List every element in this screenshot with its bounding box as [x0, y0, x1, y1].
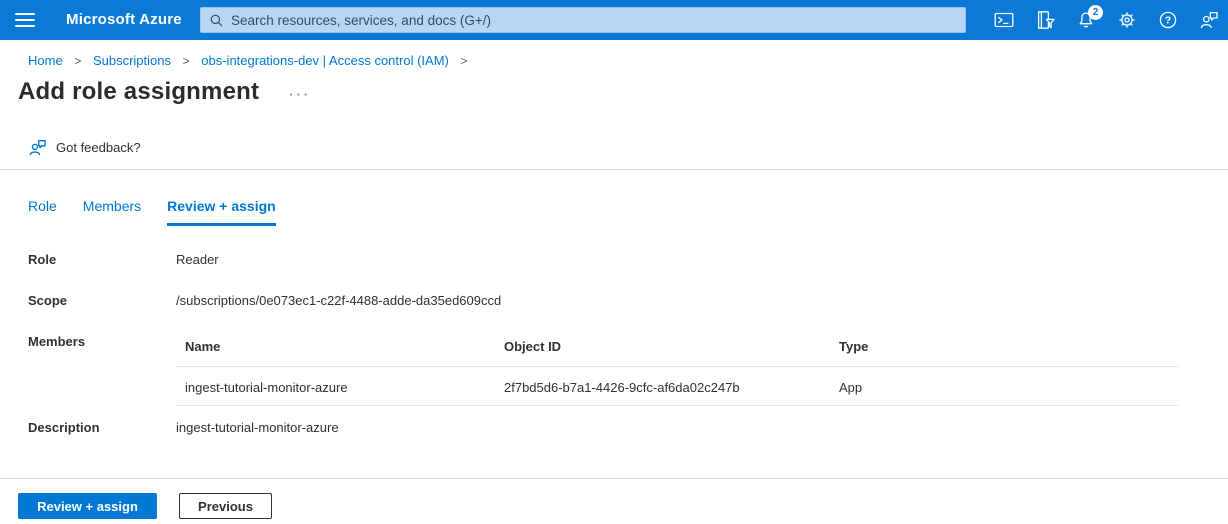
role-label: Role	[28, 252, 176, 267]
footer-actions: Review + assign Previous	[18, 493, 272, 519]
review-assign-button[interactable]: Review + assign	[18, 493, 157, 519]
got-feedback-icon	[28, 138, 47, 157]
top-bar-actions: 2 ?	[993, 0, 1220, 40]
global-search-box	[200, 7, 966, 33]
page-title: Add role assignment	[18, 78, 259, 106]
column-header-object-id: Object ID	[504, 339, 839, 354]
azure-portal-window: Microsoft Azure	[0, 0, 1228, 524]
help-icon: ?	[1158, 10, 1178, 30]
review-summary: Role Reader Scope /subscriptions/0e073ec…	[28, 252, 1178, 435]
members-row: Members Name Object ID Type ingest-tutor…	[28, 334, 1178, 406]
cloud-shell-icon	[994, 10, 1014, 30]
role-row: Role Reader	[28, 252, 1178, 267]
breadcrumb: Home > Subscriptions > obs-integrations-…	[0, 40, 1228, 68]
breadcrumb-separator: >	[183, 54, 190, 68]
member-type-cell: App	[839, 380, 1178, 395]
scope-row: Scope /subscriptions/0e073ec1-c22f-4488-…	[28, 293, 1178, 308]
description-label: Description	[28, 420, 176, 435]
got-feedback-link[interactable]: Got feedback?	[56, 140, 141, 155]
directory-filter-icon	[1035, 10, 1055, 30]
directory-filter-button[interactable]	[1034, 9, 1056, 31]
breadcrumb-item-subscriptions[interactable]: Subscriptions	[93, 53, 171, 68]
member-name-cell: ingest-tutorial-monitor-azure	[176, 380, 504, 395]
table-row: ingest-tutorial-monitor-azure 2f7bd5d6-b…	[176, 367, 1178, 406]
member-object-id-cell: 2f7bd5d6-b7a1-4426-9cfc-af6da02c247b	[504, 380, 839, 395]
previous-button[interactable]: Previous	[179, 493, 272, 519]
members-table-header: Name Object ID Type	[176, 334, 1178, 367]
breadcrumb-item-home[interactable]: Home	[28, 53, 63, 68]
notification-badge: 2	[1088, 5, 1103, 20]
tab-members[interactable]: Members	[83, 198, 141, 226]
search-icon	[209, 13, 224, 28]
scope-value: /subscriptions/0e073ec1-c22f-4488-adde-d…	[176, 293, 501, 308]
feedback-row: Got feedback?	[28, 137, 1228, 157]
breadcrumb-separator: >	[460, 54, 467, 68]
feedback-divider	[0, 169, 1228, 170]
column-header-name: Name	[176, 339, 504, 354]
breadcrumb-item-resource[interactable]: obs-integrations-dev | Access control (I…	[201, 53, 449, 68]
column-header-type: Type	[839, 339, 1178, 354]
top-bar: Microsoft Azure	[0, 0, 1228, 40]
members-table: Name Object ID Type ingest-tutorial-moni…	[176, 334, 1178, 406]
tab-bar: Role Members Review + assign	[28, 198, 1228, 226]
description-value: ingest-tutorial-monitor-azure	[176, 420, 339, 435]
help-button[interactable]: ?	[1157, 9, 1179, 31]
tab-role[interactable]: Role	[28, 198, 57, 226]
notifications-button[interactable]: 2	[1075, 9, 1097, 31]
description-row: Description ingest-tutorial-monitor-azur…	[28, 420, 1178, 435]
tab-review-assign[interactable]: Review + assign	[167, 198, 276, 226]
feedback-button[interactable]	[1198, 9, 1220, 31]
hamburger-menu-button[interactable]	[12, 9, 38, 31]
feedback-person-icon	[1199, 10, 1219, 30]
search-input[interactable]	[231, 13, 957, 28]
svg-text:?: ?	[1165, 15, 1171, 27]
brand-title[interactable]: Microsoft Azure	[66, 0, 182, 40]
cloud-shell-button[interactable]	[993, 9, 1015, 31]
settings-button[interactable]	[1116, 9, 1138, 31]
title-context-menu-button[interactable]: ···	[289, 87, 311, 102]
page-title-row: Add role assignment ···	[18, 78, 1228, 106]
gear-icon	[1117, 10, 1137, 30]
members-label: Members	[28, 334, 176, 349]
breadcrumb-separator: >	[74, 54, 81, 68]
footer-divider	[0, 478, 1228, 479]
role-value: Reader	[176, 252, 219, 267]
scope-label: Scope	[28, 293, 176, 308]
